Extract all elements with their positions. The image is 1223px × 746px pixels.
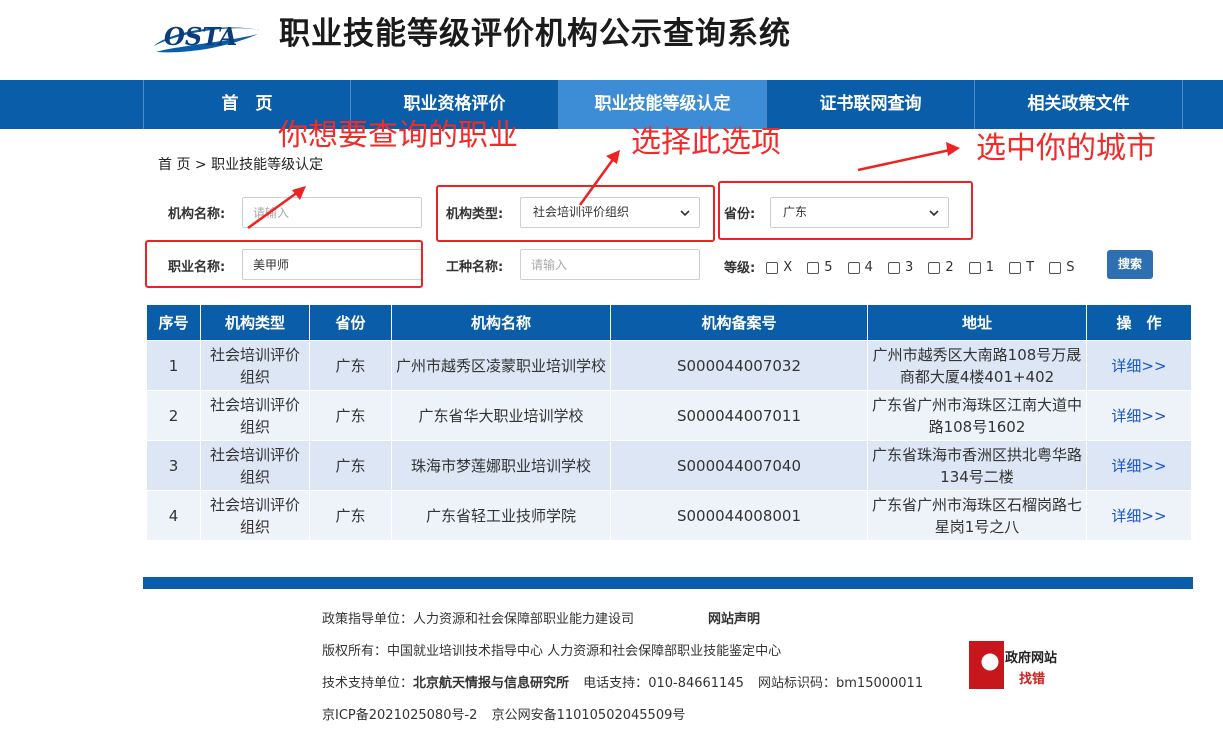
nav-certificate-query[interactable]: 证书联网查询 [766,80,974,129]
col-header-province: 省份 [309,304,392,341]
level-checkbox-2[interactable]: 2 [928,257,954,276]
annotation-city-hint: 选中你的城市 [976,131,1156,166]
site-title: 职业技能等级评价机构公示查询系统 [279,16,791,52]
detail-link[interactable]: 详细>> [1086,390,1192,441]
site-id-value: bm15000011 [836,676,924,691]
cell-province: 广东 [309,390,392,441]
cell-org-type: 社会培训评价组织 [200,390,310,441]
cell-province: 广东 [309,340,392,391]
checkbox-icon [968,261,981,274]
footer-copyright: 版权所有：中国就业培训技术指导中心 人力资源和社会保障部职业技能鉴定中心 [322,640,781,659]
phone-label: 电话支持： [583,676,649,691]
annotation-occupation-hint: 你想要查询的职业 [278,118,518,153]
annotation-box-org-type [436,185,715,242]
table-row: 1 社会培训评价组织 广东 广州市越秀区凌蒙职业培训学校 S0000440070… [146,340,1192,391]
cell-address: 广东省广州市海珠区石榴岗路七星岗1号之八 [867,490,1087,541]
cell-record-no: S000044007032 [610,340,868,391]
cell-address: 广东省广州市海珠区江南大道中路108号1602 [867,390,1087,441]
police-record-link[interactable]: 京公网安备11010502045509号 [492,708,686,723]
checkbox-icon [928,261,941,274]
policy-value: 人力资源和社会保障部职业能力建设司 [413,612,635,627]
copyright-value: 中国就业培训技术指导中心 人力资源和社会保障部职业技能鉴定中心 [387,644,782,659]
cell-org-type: 社会培训评价组织 [200,490,310,541]
cell-no: 3 [146,440,201,491]
phone-value: 010-84661145 [648,676,744,691]
cell-record-no: S000044007040 [610,440,868,491]
nav-policy-documents[interactable]: 相关政策文件 [974,80,1182,129]
org-name-input[interactable] [242,197,422,228]
nav-skill-level-certification[interactable]: 职业技能等级认定 [558,80,766,129]
footer-divider [143,577,1193,589]
gov-badge-subtitle: 找错 [1019,672,1046,687]
checkbox-icon [1009,261,1022,274]
cell-no: 2 [146,390,201,441]
tech-value: 北京航天情报与信息研究所 [413,676,570,691]
search-button[interactable]: 搜索 [1107,250,1153,279]
cell-address: 广东省珠海市香洲区拱北粤华路134号二楼 [867,440,1087,491]
level-checkbox-5[interactable]: 5 [807,257,833,276]
footer-icp: 京ICP备2021025080号-2 京公网安备11010502045509号 [322,704,685,723]
cell-org-type: 社会培训评价组织 [200,440,310,491]
nav-divider [1182,80,1183,129]
annotation-box-province [718,181,973,240]
job-type-input[interactable] [520,249,700,280]
col-header-org-name: 机构名称 [391,304,611,341]
checkbox-icon [888,261,901,274]
level-checkbox-3[interactable]: 3 [888,257,913,276]
gov-badge-title: 政府网站 [1005,651,1058,666]
annotation-type-hint: 选择此选项 [631,125,781,160]
annotation-box-occupation [145,240,423,288]
checkbox-icon [847,261,860,274]
col-header-no: 序号 [146,304,201,341]
footer-policy: 政策指导单位：人力资源和社会保障部职业能力建设司 [322,608,634,627]
level-checkbox-4[interactable]: 4 [847,257,873,276]
tech-label: 技术支持单位： [322,676,414,691]
icp-link[interactable]: 京ICP备2021025080号-2 [322,708,477,723]
policy-label: 政策指导单位： [322,612,414,627]
copyright-label: 版权所有： [322,644,388,659]
level-checkbox-t[interactable]: T [1009,257,1034,276]
cell-org-name: 广东省轻工业技师学院 [391,490,611,541]
site-statement-link[interactable]: 网站声明 [708,608,760,627]
cell-record-no: S000044008001 [610,490,868,541]
level-label: 等级: [724,261,756,276]
footer-tech-support: 技术支持单位：北京航天情报与信息研究所 电话支持：010-84661145 网站… [322,672,923,691]
job-type-label: 工种名称: [446,260,504,275]
osta-logo: OSTA [154,22,260,53]
detail-link[interactable]: 详细>> [1086,440,1192,491]
checkbox-icon [807,261,820,274]
col-header-record-no: 机构备案号 [610,304,868,341]
cell-address: 广州市越秀区大南路108号万晟商都大厦4楼401+402 [867,340,1087,391]
col-header-action: 操 作 [1086,304,1192,341]
checkbox-icon [1049,261,1062,274]
breadcrumb: 首 页 > 职业技能等级认定 [158,157,324,173]
cell-province: 广东 [309,490,392,541]
results-table: 序号 机构类型 省份 机构名称 机构备案号 地址 操 作 1 社会培训评价组织 … [146,304,1192,541]
cell-province: 广东 [309,440,392,491]
svg-text:OSTA: OSTA [164,22,237,51]
table-row: 4 社会培训评价组织 广东 广东省轻工业技师学院 S000044008001 广… [146,490,1192,541]
org-name-label: 机构名称: [168,207,226,222]
detail-link[interactable]: 详细>> [1086,490,1192,541]
cell-no: 1 [146,340,201,391]
checkbox-icon [766,261,779,274]
level-checkbox-s[interactable]: S [1049,257,1074,276]
table-header-row: 序号 机构类型 省份 机构名称 机构备案号 地址 操 作 [146,304,1192,341]
cell-record-no: S000044007011 [610,390,868,441]
detail-link[interactable]: 详细>> [1086,340,1192,391]
cell-org-type: 社会培训评价组织 [200,340,310,391]
cell-org-name: 广州市越秀区凌蒙职业培训学校 [391,340,611,391]
cell-org-name: 广东省华大职业培训学校 [391,390,611,441]
col-header-org-type: 机构类型 [200,304,310,341]
level-checkbox-x[interactable]: X [766,257,792,276]
level-filter: 等级: X 5 4 3 2 1 T S [724,256,1084,276]
level-checkbox-1[interactable]: 1 [968,257,994,276]
main-nav: 首 页 职业资格评价 职业技能等级认定 证书联网查询 相关政策文件 [0,80,1223,129]
col-header-address: 地址 [867,304,1087,341]
table-row: 3 社会培训评价组织 广东 珠海市梦莲娜职业培训学校 S000044007040… [146,440,1192,491]
cell-no: 4 [146,490,201,541]
cell-org-name: 珠海市梦莲娜职业培训学校 [391,440,611,491]
site-id-label: 网站标识码： [758,676,837,691]
table-row: 2 社会培训评价组织 广东 广东省华大职业培训学校 S000044007011 … [146,390,1192,441]
